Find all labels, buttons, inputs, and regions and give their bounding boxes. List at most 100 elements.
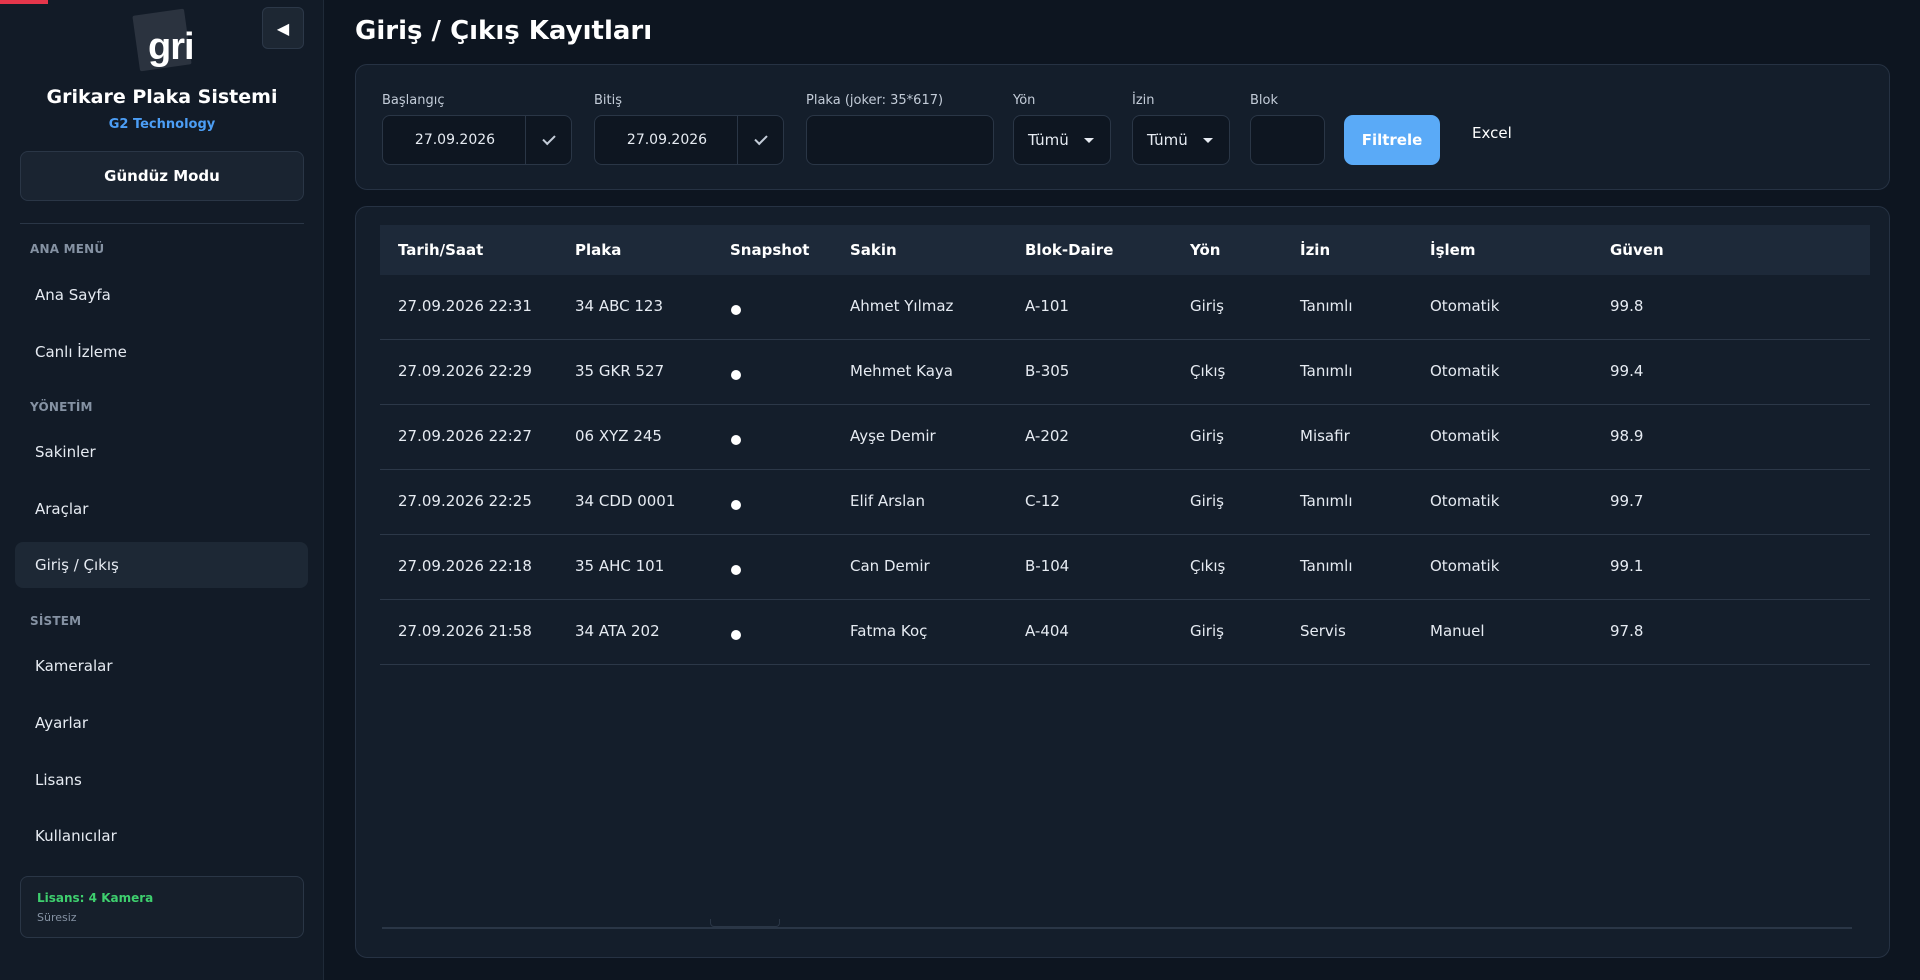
cell-confidence: 97.8 [1610, 622, 1644, 640]
column-header-process[interactable]: İşlem [1430, 225, 1475, 275]
cell-block-apt: A-202 [1025, 427, 1069, 445]
cell-permission: Tanımlı [1300, 297, 1353, 315]
cell-direction: Giriş [1190, 622, 1224, 640]
cell-datetime: 27.09.2026 22:18 [398, 557, 532, 575]
direction-select[interactable]: Tümü [1013, 115, 1111, 165]
cell-process: Otomatik [1430, 427, 1500, 445]
plate-label: Plaka (joker: 35*617) [806, 93, 944, 108]
license-status-box: Lisans: 4 Kamera Süresiz [20, 876, 304, 938]
cell-confidence: 98.9 [1610, 427, 1644, 445]
records-table-card: Tarih/Saat Plaka Snapshot Sakin Blok-Dai… [355, 206, 1890, 958]
sidebar-item-residents[interactable]: Sakinler [15, 429, 308, 475]
sidebar: gri ◀ Grikare Plaka Sistemi G2 Technolog… [0, 0, 324, 980]
table-row[interactable]: 27.09.2026 22:29 35 GKR 527 Mehmet Kaya … [380, 340, 1870, 405]
section-label-management: YÖNETİM [30, 400, 93, 414]
license-title: Lisans: 4 Kamera [37, 891, 154, 905]
cell-resident: Ayşe Demir [850, 427, 936, 445]
table-row[interactable]: 27.09.2026 21:58 34 ATA 202 Fatma Koç A-… [380, 600, 1870, 665]
cell-permission: Tanımlı [1300, 492, 1353, 510]
app-title: Grikare Plaka Sistemi [46, 86, 278, 108]
collapse-sidebar-button[interactable]: ◀ [262, 7, 304, 49]
cell-resident: Elif Arslan [850, 492, 925, 510]
sidebar-item-entry-exit[interactable]: Giriş / Çıkış [15, 542, 308, 588]
column-header-resident[interactable]: Sakin [850, 225, 897, 275]
end-date-label: Bitiş [594, 93, 623, 108]
cell-resident: Mehmet Kaya [850, 362, 954, 380]
table-row[interactable]: 27.09.2026 22:27 06 XYZ 245 Ayşe Demir A… [380, 405, 1870, 470]
cell-direction: Çıkış [1190, 362, 1226, 380]
sidebar-item-vehicles[interactable]: Araçlar [15, 486, 308, 532]
cell-plate: 06 XYZ 245 [575, 427, 662, 445]
permission-label: İzin [1132, 93, 1155, 108]
table-row[interactable]: 27.09.2026 22:31 34 ABC 123 Ahmet Yılmaz… [380, 275, 1870, 340]
check-icon [541, 131, 556, 146]
snapshot-dot-icon[interactable] [731, 305, 741, 315]
cell-confidence: 99.7 [1610, 492, 1644, 510]
cell-process: Otomatik [1430, 557, 1500, 575]
sidebar-item-home[interactable]: Ana Sayfa [15, 272, 308, 318]
column-header-permission[interactable]: İzin [1300, 225, 1330, 275]
sidebar-item-live[interactable]: Canlı İzleme [15, 329, 308, 375]
permission-select[interactable]: Tümü [1132, 115, 1230, 165]
cell-plate: 34 ABC 123 [575, 297, 664, 315]
start-date-label: Başlangıç [382, 93, 445, 108]
horizontal-scrollbar-track[interactable] [382, 927, 1852, 929]
day-mode-button[interactable]: Gündüz Modu [20, 151, 304, 201]
cell-plate: 35 AHC 101 [575, 557, 665, 575]
column-header-direction[interactable]: Yön [1190, 225, 1220, 275]
license-subtitle: Süresiz [37, 911, 77, 924]
cell-plate: 35 GKR 527 [575, 362, 665, 380]
chevron-left-icon: ◀ [276, 18, 290, 38]
column-header-plate[interactable]: Plaka [575, 225, 621, 275]
horizontal-scrollbar-thumb[interactable] [710, 919, 780, 927]
snapshot-dot-icon[interactable] [731, 370, 741, 380]
end-date-confirm-button[interactable] [737, 116, 783, 164]
block-input[interactable] [1250, 115, 1325, 165]
cell-datetime: 27.09.2026 22:31 [398, 297, 532, 315]
plate-search-input[interactable] [806, 115, 994, 165]
cell-direction: Çıkış [1190, 557, 1226, 575]
cell-block-apt: A-101 [1025, 297, 1069, 315]
cell-confidence: 99.8 [1610, 297, 1644, 315]
cell-permission: Servis [1300, 622, 1346, 640]
snapshot-dot-icon[interactable] [731, 500, 741, 510]
sidebar-item-settings[interactable]: Ayarlar [15, 700, 308, 746]
cell-resident: Ahmet Yılmaz [850, 297, 954, 315]
end-date-field[interactable]: 27.09.2026 [594, 115, 784, 165]
app-subtitle: G2 Technology [108, 117, 216, 132]
cell-confidence: 99.1 [1610, 557, 1644, 575]
start-date-confirm-button[interactable] [525, 116, 571, 164]
cell-process: Otomatik [1430, 492, 1500, 510]
cell-block-apt: A-404 [1025, 622, 1069, 640]
cell-datetime: 27.09.2026 22:27 [398, 427, 532, 445]
sidebar-divider [20, 223, 304, 224]
excel-export-button[interactable]: Excel [1472, 124, 1512, 146]
table-row[interactable]: 27.09.2026 22:18 35 AHC 101 Can Demir B-… [380, 535, 1870, 600]
column-header-block-apt[interactable]: Blok-Daire [1025, 225, 1113, 275]
snapshot-dot-icon[interactable] [731, 565, 741, 575]
snapshot-dot-icon[interactable] [731, 630, 741, 640]
table-row[interactable]: 27.09.2026 22:25 34 CDD 0001 Elif Arslan… [380, 470, 1870, 535]
caret-down-icon [1084, 138, 1094, 143]
sidebar-item-cameras[interactable]: Kameralar [15, 643, 308, 689]
sidebar-item-users[interactable]: Kullanıcılar [15, 813, 308, 859]
start-date-value[interactable]: 27.09.2026 [383, 116, 527, 164]
end-date-value[interactable]: 27.09.2026 [595, 116, 739, 164]
direction-label: Yön [1013, 93, 1036, 108]
cell-datetime: 27.09.2026 22:29 [398, 362, 532, 380]
sidebar-item-license[interactable]: Lisans [15, 757, 308, 803]
records-table: Tarih/Saat Plaka Snapshot Sakin Blok-Dai… [380, 225, 1870, 665]
cell-plate: 34 CDD 0001 [575, 492, 676, 510]
caret-down-icon [1203, 138, 1213, 143]
check-icon [753, 131, 768, 146]
cell-datetime: 27.09.2026 21:58 [398, 622, 532, 640]
cell-direction: Giriş [1190, 427, 1224, 445]
section-label-system: SİSTEM [30, 614, 82, 628]
start-date-field[interactable]: 27.09.2026 [382, 115, 572, 165]
column-header-snapshot[interactable]: Snapshot [730, 225, 809, 275]
filter-panel: Başlangıç 27.09.2026 Bitiş 27.09.2026 Pl… [355, 64, 1890, 190]
column-header-confidence[interactable]: Güven [1610, 225, 1664, 275]
column-header-datetime[interactable]: Tarih/Saat [398, 225, 483, 275]
snapshot-dot-icon[interactable] [731, 435, 741, 445]
filter-button[interactable]: Filtrele [1344, 115, 1440, 165]
